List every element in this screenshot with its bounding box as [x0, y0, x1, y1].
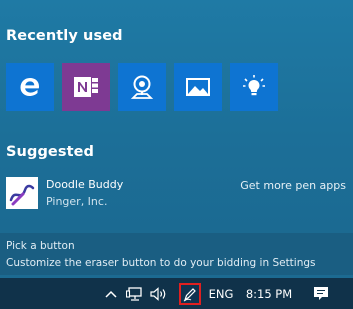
tip-banner[interactable]: Pick a button Customize the eraser butto… — [0, 233, 353, 275]
onenote-tile[interactable] — [62, 63, 110, 111]
doodle-buddy-icon — [6, 177, 38, 209]
maps-tile[interactable] — [118, 63, 166, 111]
pen-workspace-panel: Recently used Suggested Doodle Buddy Pin… — [0, 0, 353, 230]
get-more-pen-apps-link[interactable]: Get more pen apps — [240, 179, 346, 192]
lightbulb-icon — [243, 75, 265, 96]
volume-button[interactable] — [148, 278, 170, 309]
network-icon — [126, 286, 142, 301]
edge-tile[interactable] — [6, 63, 54, 111]
pen-icon — [183, 287, 196, 302]
onenote-icon — [74, 77, 98, 97]
suggested-app-publisher: Pinger, Inc. — [46, 195, 108, 208]
recently-used-tiles — [6, 63, 278, 111]
photos-tile[interactable] — [174, 63, 222, 111]
action-center-button[interactable] — [310, 278, 332, 309]
tip-text: Customize the eraser button to do your b… — [6, 257, 316, 269]
network-button[interactable] — [124, 278, 146, 309]
maps-icon — [130, 75, 154, 99]
tip-title: Pick a button — [6, 240, 75, 252]
taskbar-clock[interactable]: 8:15 PM — [244, 278, 294, 309]
input-language-indicator[interactable]: ENG — [207, 278, 235, 309]
windows-ink-workspace-button[interactable] — [178, 278, 202, 309]
recently-used-heading: Recently used — [6, 28, 123, 44]
pen-button-highlight — [179, 282, 201, 305]
photos-icon — [186, 78, 210, 96]
taskbar: ENG 8:15 PM — [0, 278, 353, 309]
speaker-icon — [150, 286, 166, 301]
edge-icon — [20, 78, 39, 96]
suggested-app-row[interactable]: Doodle Buddy Pinger, Inc. Get more pen a… — [6, 176, 346, 212]
notifications-icon — [314, 287, 328, 300]
tips-tile[interactable] — [230, 63, 278, 111]
chevron-up-icon — [105, 290, 117, 298]
suggested-app-name[interactable]: Doodle Buddy — [46, 178, 123, 191]
show-hidden-icons-button[interactable] — [103, 278, 119, 309]
suggested-heading: Suggested — [6, 144, 95, 160]
